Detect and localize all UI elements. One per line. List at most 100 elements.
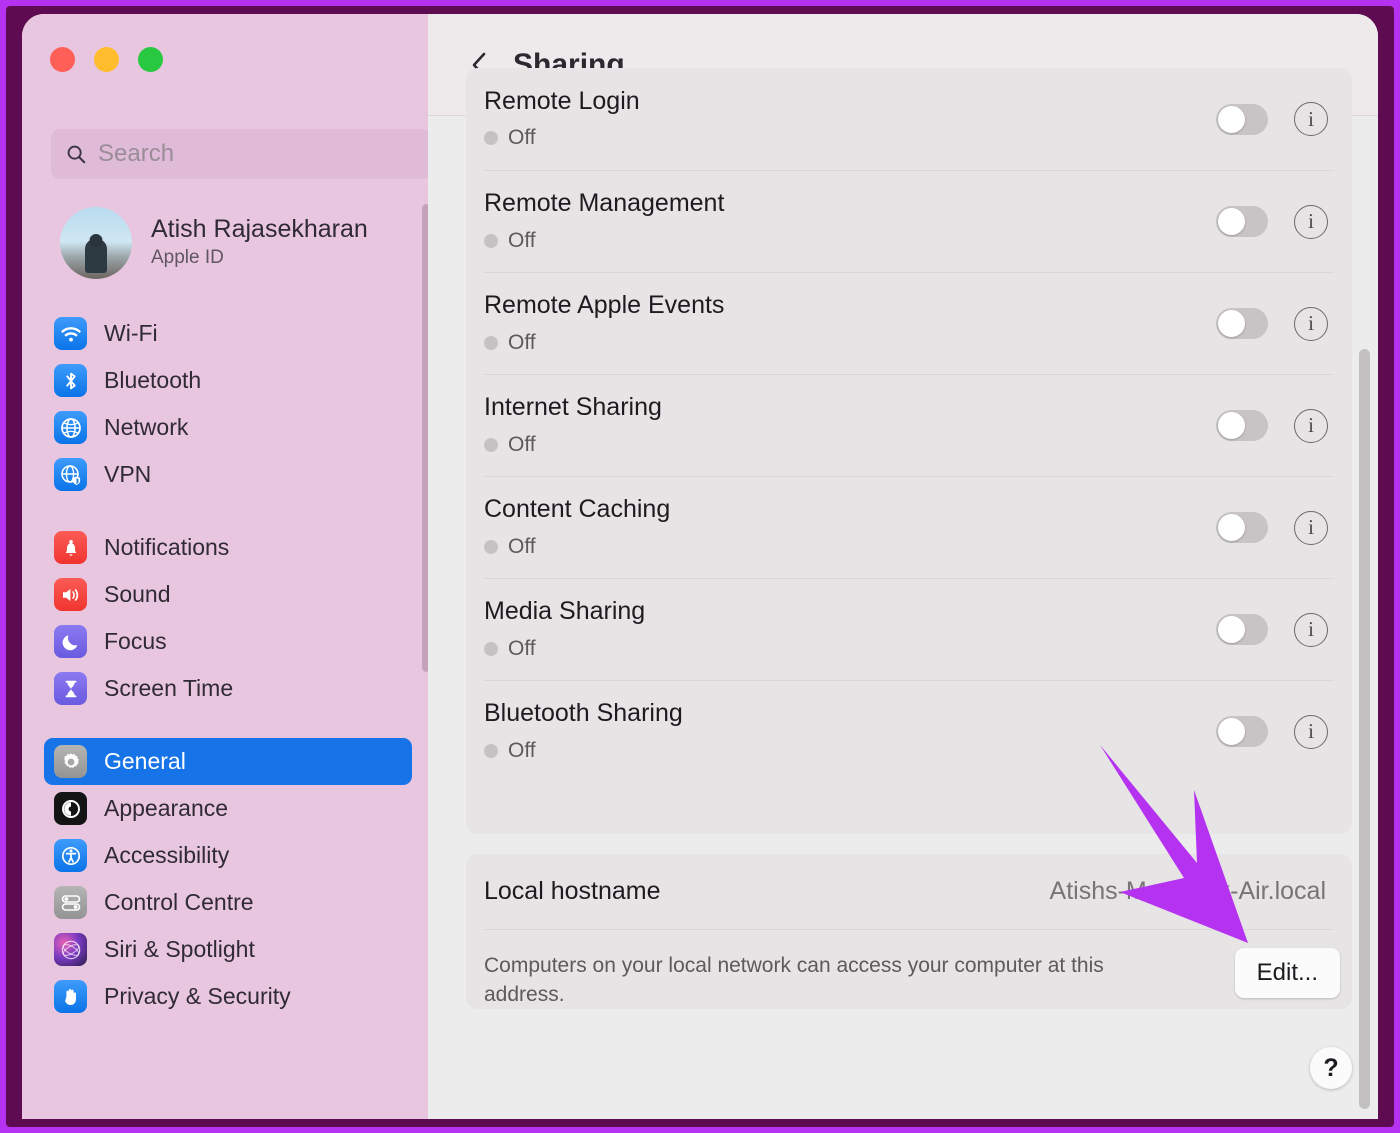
status-dot-icon [484, 540, 498, 554]
sidebar-item-sound[interactable]: Sound [44, 571, 412, 618]
speaker-icon [54, 578, 87, 611]
siri-icon [54, 933, 87, 966]
sharing-services-card: Remote Login Off i Remote Management [466, 68, 1352, 834]
search-icon [65, 143, 87, 165]
status-dot-icon [484, 131, 498, 145]
service-row[interactable]: Remote Login Off i [484, 68, 1334, 170]
status-dot-icon [484, 744, 498, 758]
service-row[interactable]: Remote Management Off i [484, 170, 1334, 272]
info-button[interactable]: i [1294, 511, 1328, 545]
service-row[interactable]: Remote Apple Events Off i [484, 272, 1334, 374]
sidebar-group-general: General Appearance [44, 738, 412, 1020]
service-name: Remote Apple Events [484, 292, 1216, 320]
service-toggle[interactable] [1216, 104, 1268, 135]
sidebar-item-vpn[interactable]: VPN [44, 451, 412, 498]
accessibility-icon [54, 839, 87, 872]
info-button[interactable]: i [1294, 613, 1328, 647]
info-button[interactable]: i [1294, 205, 1328, 239]
local-hostname-card: Local hostname Atishs-MacBook-Air.local … [466, 854, 1352, 1009]
sidebar-item-focus[interactable]: Focus [44, 618, 412, 665]
sidebar-item-label: Control Centre [104, 889, 254, 916]
service-name: Remote Management [484, 190, 1216, 218]
detail-scrollbar[interactable] [1359, 349, 1370, 1109]
close-button[interactable] [50, 47, 75, 72]
sidebar-item-appearance[interactable]: Appearance [44, 785, 412, 832]
service-row[interactable]: Internet Sharing Off i [484, 374, 1334, 476]
detail-content: Remote Login Off i Remote Management [428, 116, 1378, 1119]
service-name: Content Caching [484, 496, 1216, 524]
service-name: Media Sharing [484, 598, 1216, 626]
service-toggle[interactable] [1216, 410, 1268, 441]
service-status-label: Off [508, 637, 536, 661]
apple-id-account-row[interactable]: Atish Rajasekharan Apple ID [60, 207, 368, 279]
service-row[interactable]: Media Sharing Off i [484, 578, 1334, 680]
service-status-label: Off [508, 739, 536, 763]
service-status-label: Off [508, 229, 536, 253]
service-status-label: Off [508, 433, 536, 457]
info-button[interactable]: i [1294, 307, 1328, 341]
sidebar-nav: Wi-Fi Bluetooth [44, 310, 412, 1020]
sidebar-item-screen-time[interactable]: Screen Time [44, 665, 412, 712]
sidebar: Atish Rajasekharan Apple ID [22, 14, 428, 1119]
service-status-label: Off [508, 126, 536, 150]
search-field[interactable] [51, 129, 431, 179]
account-name: Atish Rajasekharan [151, 215, 368, 244]
service-status-label: Off [508, 331, 536, 355]
sidebar-item-wifi[interactable]: Wi-Fi [44, 310, 412, 357]
minimize-button[interactable] [94, 47, 119, 72]
bell-icon [54, 531, 87, 564]
maximize-button[interactable] [138, 47, 163, 72]
sidebar-item-general[interactable]: General [44, 738, 412, 785]
status-dot-icon [484, 336, 498, 350]
sidebar-item-label: Privacy & Security [104, 983, 291, 1010]
service-toggle[interactable] [1216, 206, 1268, 237]
local-hostname-description-row: Computers on your local network can acce… [484, 930, 1334, 1010]
sidebar-item-label: General [104, 748, 186, 775]
service-toggle[interactable] [1216, 512, 1268, 543]
status-dot-icon [484, 642, 498, 656]
service-toggle[interactable] [1216, 614, 1268, 645]
service-row[interactable]: Bluetooth Sharing Off i [484, 680, 1334, 782]
service-toggle[interactable] [1216, 308, 1268, 339]
hourglass-icon [54, 672, 87, 705]
sidebar-item-bluetooth[interactable]: Bluetooth [44, 357, 412, 404]
detail-pane: Sharing Remote Login Off i [428, 14, 1378, 1119]
search-input[interactable] [98, 140, 398, 168]
sidebar-item-network[interactable]: Network [44, 404, 412, 451]
sidebar-item-siri-spotlight[interactable]: Siri & Spotlight [44, 926, 412, 973]
sidebar-item-label: Sound [104, 581, 171, 608]
system-settings-window: Atish Rajasekharan Apple ID [22, 14, 1378, 1119]
service-status: Off [484, 535, 1216, 559]
sidebar-item-label: Screen Time [104, 675, 233, 702]
help-button[interactable]: ? [1310, 1047, 1352, 1089]
sidebar-item-notifications[interactable]: Notifications [44, 524, 412, 571]
sidebar-item-label: Network [104, 414, 188, 441]
service-status: Off [484, 126, 1216, 150]
sidebar-item-label: VPN [104, 461, 151, 488]
service-name: Remote Login [484, 88, 1216, 116]
service-row[interactable]: Content Caching Off i [484, 476, 1334, 578]
info-button[interactable]: i [1294, 102, 1328, 136]
local-hostname-value: Atishs-MacBook-Air.local [1050, 877, 1334, 906]
sidebar-item-control-centre[interactable]: Control Centre [44, 879, 412, 926]
annotation-frame: Atish Rajasekharan Apple ID [0, 0, 1400, 1133]
bluetooth-icon [54, 364, 87, 397]
appearance-icon [54, 792, 87, 825]
info-button[interactable]: i [1294, 715, 1328, 749]
sidebar-item-label: Wi-Fi [104, 320, 158, 347]
service-status: Off [484, 739, 1216, 763]
service-name: Bluetooth Sharing [484, 700, 1216, 728]
local-hostname-label: Local hostname [484, 877, 661, 906]
sidebar-item-label: Appearance [104, 795, 228, 822]
window-traffic-lights [50, 47, 163, 72]
account-subtitle: Apple ID [151, 246, 368, 271]
hand-icon [54, 980, 87, 1013]
sidebar-item-accessibility[interactable]: Accessibility [44, 832, 412, 879]
service-toggle[interactable] [1216, 716, 1268, 747]
sidebar-item-privacy-security[interactable]: Privacy & Security [44, 973, 412, 1020]
info-button[interactable]: i [1294, 409, 1328, 443]
sidebar-item-label: Accessibility [104, 842, 229, 869]
edit-button[interactable]: Edit... [1235, 948, 1340, 998]
service-status: Off [484, 637, 1216, 661]
local-hostname-description: Computers on your local network can acce… [484, 952, 1174, 1010]
